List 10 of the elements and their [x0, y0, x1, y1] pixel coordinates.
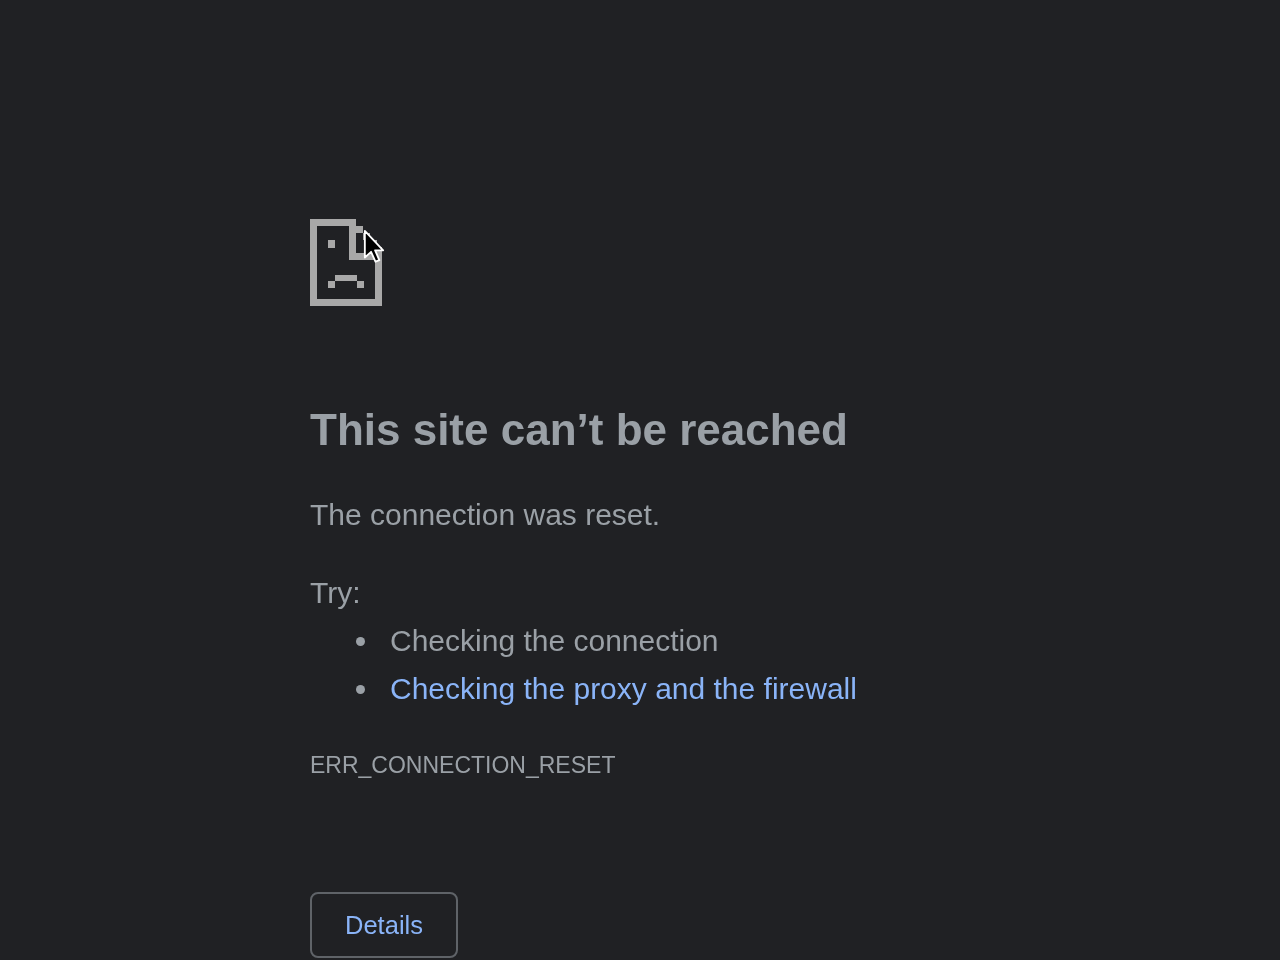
error-heading: This site can’t be reached [310, 404, 848, 456]
mouse-pointer-icon [363, 229, 385, 264]
suggestions-label: Try: [310, 575, 361, 611]
error-code: ERR_CONNECTION_RESET [310, 751, 616, 779]
bullet-icon [356, 636, 365, 646]
suggestion-text: Checking the connection [390, 624, 719, 658]
suggestion-link[interactable]: Checking the proxy and the firewall [390, 672, 857, 706]
error-message: The connection was reset. [310, 497, 661, 533]
bullet-icon [356, 684, 365, 694]
details-button[interactable]: Details [310, 892, 458, 958]
